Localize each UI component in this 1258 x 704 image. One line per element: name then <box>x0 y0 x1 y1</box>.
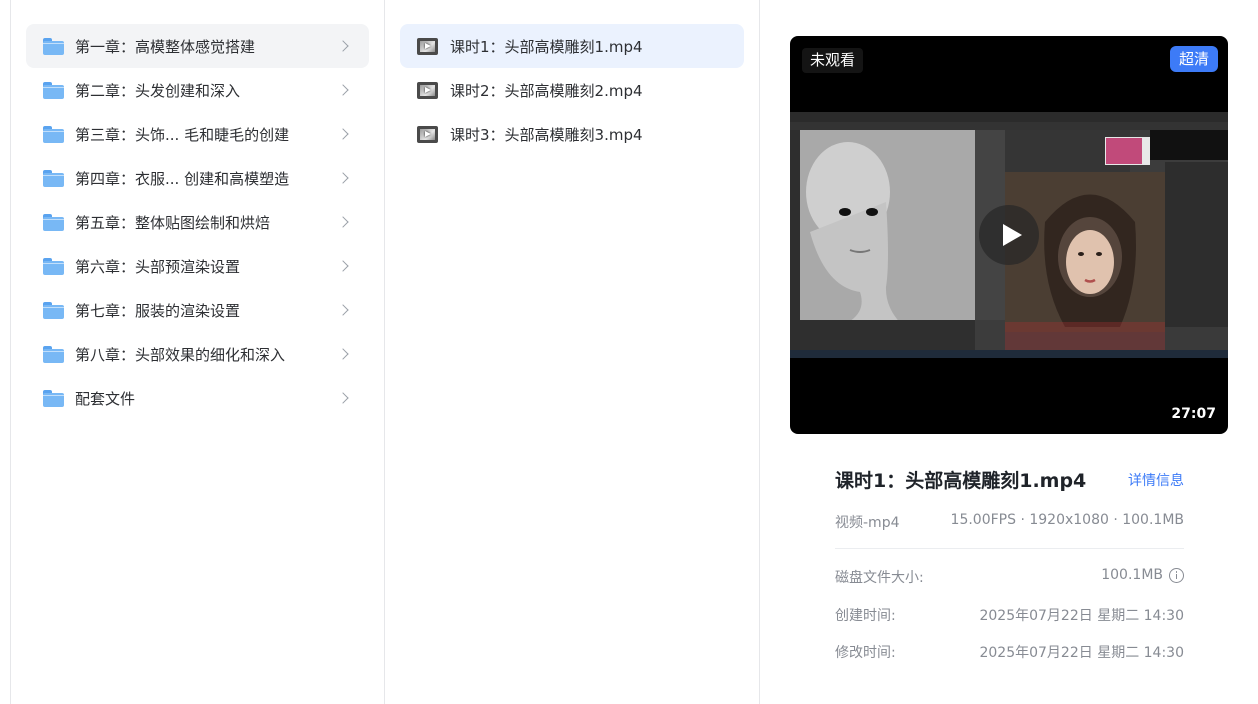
file-label: 课时3：头部高模雕刻3.mp4 <box>450 125 643 144</box>
folder-item[interactable]: 配套文件 <box>26 376 369 420</box>
folder-item[interactable]: 第五章：整体贴图绘制和烘焙 <box>26 200 369 244</box>
info-icon[interactable] <box>1169 567 1184 583</box>
folder-label: 第八章：头部效果的细化和深入 <box>75 345 286 364</box>
divider <box>759 0 760 704</box>
chevron-right-icon <box>337 260 349 272</box>
folder-item[interactable]: 第八章：头部效果的细化和深入 <box>26 332 369 376</box>
file-item[interactable]: 课时2：头部高模雕刻2.mp4 <box>400 68 744 112</box>
folder-label: 第七章：服装的渲染设置 <box>75 301 241 320</box>
folder-label: 第五章：整体贴图绘制和烘焙 <box>75 213 271 232</box>
modified-label: 修改时间: <box>835 645 896 661</box>
file-item[interactable]: 课时3：头部高模雕刻3.mp4 <box>400 112 744 156</box>
video-file-icon <box>417 81 438 99</box>
folder-icon <box>43 257 64 275</box>
folder-icon <box>43 37 64 55</box>
chevron-right-icon <box>337 348 349 360</box>
chevron-right-icon <box>337 304 349 316</box>
chevron-right-icon <box>337 84 349 96</box>
divider <box>835 548 1184 549</box>
file-item[interactable]: 课时1：头部高模雕刻1.mp4 <box>400 24 744 68</box>
folder-item[interactable]: 第二章：头发创建和深入 <box>26 68 369 112</box>
video-file-icon <box>417 37 438 55</box>
disk-size-label: 磁盘文件大小: <box>835 570 924 586</box>
details-link[interactable]: 详情信息 <box>1128 470 1184 490</box>
folder-icon <box>43 301 64 319</box>
disk-size-text: 100.1MB <box>1101 567 1163 583</box>
file-label: 课时1：头部高模雕刻1.mp4 <box>450 37 643 56</box>
modified-value: 2025年07月22日 星期二 14:30 <box>979 645 1184 661</box>
folder-label: 配套文件 <box>75 389 136 408</box>
folder-icon <box>43 213 64 231</box>
folder-icon <box>43 389 64 407</box>
file-type: 视频-mp4 <box>835 515 900 531</box>
chevron-right-icon <box>337 216 349 228</box>
folder-label: 第三章：头饰... 毛和睫毛的创建 <box>75 125 290 144</box>
file-label: 课时2：头部高模雕刻2.mp4 <box>450 81 643 100</box>
chevron-right-icon <box>337 40 349 52</box>
folder-label: 第六章：头部预渲染设置 <box>75 257 241 276</box>
play-button[interactable] <box>979 205 1039 265</box>
folder-item[interactable]: 第四章：衣服... 创建和高模塑造 <box>26 156 369 200</box>
chevron-right-icon <box>337 128 349 140</box>
chevron-right-icon <box>337 392 349 404</box>
chevron-right-icon <box>337 172 349 184</box>
quality-button[interactable]: 超清 <box>1169 46 1218 72</box>
created-label: 创建时间: <box>835 608 896 624</box>
video-player[interactable]: 未观看 超清 27:07 <box>790 36 1228 434</box>
video-file-icon <box>417 125 438 143</box>
watch-status-badge: 未观看 <box>802 48 864 73</box>
folder-icon <box>43 345 64 363</box>
folder-label: 第一章：高模整体感觉搭建 <box>75 37 256 56</box>
file-specs: 15.00FPS · 1920x1080 · 100.1MB <box>950 512 1184 528</box>
folder-label: 第二章：头发创建和深入 <box>75 81 241 100</box>
folder-item[interactable]: 第六章：头部预渲染设置 <box>26 244 369 288</box>
disk-size-value: 100.1MB <box>1101 567 1184 583</box>
divider <box>384 0 385 704</box>
folder-icon <box>43 81 64 99</box>
file-browser: 第一章：高模整体感觉搭建 第二章：头发创建和深入 第三章：头饰... 毛和睫毛的… <box>0 0 1258 704</box>
video-thumbnail <box>790 112 1228 358</box>
file-list: 课时1：头部高模雕刻1.mp4 课时2：头部高模雕刻2.mp4 课时3：头部高模… <box>400 24 744 156</box>
folder-item[interactable]: 第一章：高模整体感觉搭建 <box>26 24 369 68</box>
folder-icon <box>43 169 64 187</box>
folder-icon <box>43 125 64 143</box>
folder-label: 第四章：衣服... 创建和高模塑造 <box>75 169 290 188</box>
file-title: 课时1：头部高模雕刻1.mp4 <box>835 470 1087 492</box>
folder-item[interactable]: 第三章：头饰... 毛和睫毛的创建 <box>26 112 369 156</box>
divider <box>10 0 11 704</box>
video-duration: 27:07 <box>1171 406 1216 422</box>
folder-item[interactable]: 第七章：服装的渲染设置 <box>26 288 369 332</box>
folder-list: 第一章：高模整体感觉搭建 第二章：头发创建和深入 第三章：头饰... 毛和睫毛的… <box>26 24 369 420</box>
created-value: 2025年07月22日 星期二 14:30 <box>979 608 1184 624</box>
